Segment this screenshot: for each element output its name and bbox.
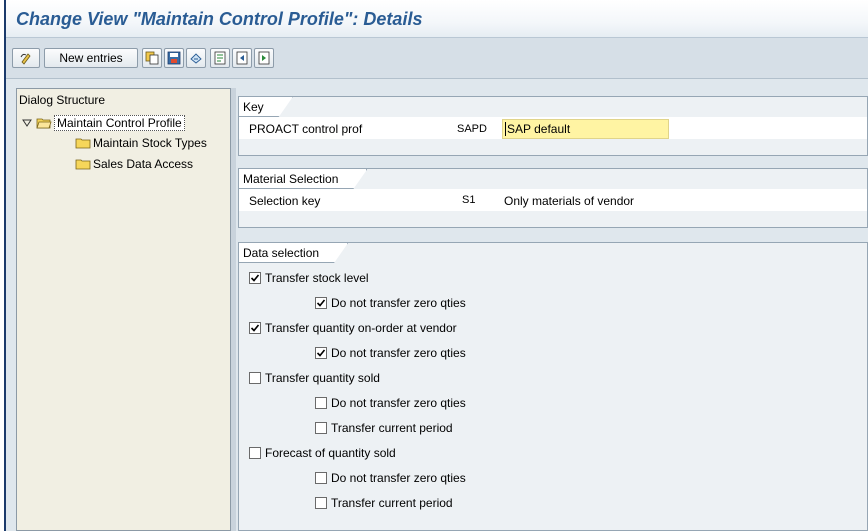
- first-entry-icon: [214, 51, 226, 65]
- dialog-structure-header: Dialog Structure: [19, 93, 106, 107]
- checkbox-label: Transfer stock level: [265, 271, 369, 285]
- on-order-do-not-transfer-zero-checkbox[interactable]: Do not transfer zero qties: [315, 346, 466, 360]
- tree-item-label: Maintain Stock Types: [93, 136, 207, 150]
- checkbox-label: Do not transfer zero qties: [331, 346, 466, 360]
- transfer-quantity-on-order-checkbox[interactable]: Transfer quantity on-order at vendor: [249, 321, 457, 335]
- open-folder-icon: [36, 118, 52, 129]
- sold-do-not-transfer-zero-checkbox[interactable]: Do not transfer zero qties: [315, 396, 466, 410]
- transfer-quantity-sold-checkbox[interactable]: Transfer quantity sold: [249, 371, 380, 385]
- checkbox-label: Do not transfer zero qties: [331, 471, 466, 485]
- checkbox-label: Transfer current period: [331, 421, 453, 435]
- previous-entry-button[interactable]: [232, 48, 252, 68]
- selection-key-label: Selection key: [249, 194, 321, 208]
- application-toolbar: New entries: [6, 38, 868, 79]
- checkbox-label: Forecast of quantity sold: [265, 446, 396, 460]
- checkbox-box[interactable]: [315, 297, 327, 309]
- checkbox-box[interactable]: [315, 472, 327, 484]
- first-entry-button[interactable]: [210, 48, 230, 68]
- checkbox-label: Do not transfer zero qties: [331, 296, 466, 310]
- data-selection-group-title: Data selection: [239, 243, 348, 263]
- material-selection-group: Material Selection Selection key S1 Only…: [238, 168, 868, 228]
- data-selection-group: Data selection Transfer stock level Do n…: [238, 242, 868, 531]
- checkmark-icon: [316, 349, 326, 357]
- sold-transfer-current-period-checkbox[interactable]: Transfer current period: [315, 421, 453, 435]
- undo-button[interactable]: [186, 48, 206, 68]
- undo-icon: [190, 53, 202, 64]
- proact-control-prof-description: SAP default: [507, 122, 571, 136]
- forecast-quantity-sold-checkbox[interactable]: Forecast of quantity sold: [249, 446, 396, 460]
- dialog-structure-panel: Dialog Structure Maintain Control Profil…: [16, 88, 231, 531]
- expand-caret-icon[interactable]: [21, 117, 33, 129]
- next-entry-icon: [258, 51, 270, 65]
- save-icon: [167, 51, 181, 65]
- text-cursor: [505, 122, 506, 136]
- forecast-do-not-transfer-zero-checkbox[interactable]: Do not transfer zero qties: [315, 471, 466, 485]
- panel-splitter[interactable]: [231, 88, 236, 531]
- checkbox-box[interactable]: [315, 497, 327, 509]
- folder-icon: [75, 159, 91, 170]
- tree-item-maintain-control-profile[interactable]: Maintain Control Profile: [21, 115, 185, 131]
- checkbox-box[interactable]: [315, 422, 327, 434]
- checkmark-icon: [250, 274, 260, 282]
- checkmark-icon: [316, 299, 326, 307]
- checkbox-box[interactable]: [315, 397, 327, 409]
- folder-icon: [75, 138, 91, 149]
- checkmark-icon: [250, 324, 260, 332]
- checkbox-label: Transfer quantity sold: [265, 371, 380, 385]
- previous-entry-icon: [236, 51, 248, 65]
- app-window: Change View "Maintain Control Profile": …: [4, 0, 868, 531]
- checkbox-box[interactable]: [249, 322, 261, 334]
- tree-item-label: Sales Data Access: [93, 157, 194, 171]
- tree-item-label: Maintain Control Profile: [54, 115, 185, 131]
- checkbox-label: Transfer current period: [331, 496, 453, 510]
- stock-do-not-transfer-zero-checkbox[interactable]: Do not transfer zero qties: [315, 296, 466, 310]
- title-bar: Change View "Maintain Control Profile": …: [6, 0, 868, 38]
- selection-key-value[interactable]: S1: [462, 194, 475, 206]
- proact-control-prof-code[interactable]: SAPD: [457, 123, 487, 135]
- proact-control-prof-description-field[interactable]: SAP default: [502, 119, 669, 139]
- checkbox-box[interactable]: [315, 347, 327, 359]
- proact-control-prof-label: PROACT control prof: [249, 122, 363, 136]
- change-display-icon: [20, 53, 31, 65]
- key-group: Key PROACT control prof SAPD SAP default: [238, 96, 868, 156]
- checkbox-label: Transfer quantity on-order at vendor: [265, 321, 457, 335]
- new-entries-button[interactable]: New entries: [44, 48, 138, 68]
- forecast-transfer-current-period-checkbox[interactable]: Transfer current period: [315, 496, 453, 510]
- tree-item-sales-data-access[interactable]: Sales Data Access: [75, 157, 193, 171]
- selection-key-description: Only materials of vendor: [504, 194, 635, 208]
- transfer-stock-level-checkbox[interactable]: Transfer stock level: [249, 271, 369, 285]
- next-entry-button[interactable]: [254, 48, 274, 68]
- key-group-title: Key: [239, 97, 293, 117]
- checkbox-box[interactable]: [249, 272, 261, 284]
- change-display-button[interactable]: [12, 48, 40, 68]
- copy-button[interactable]: [142, 48, 162, 68]
- detail-area: Key PROACT control prof SAPD SAP default…: [238, 88, 868, 531]
- material-selection-group-title: Material Selection: [239, 169, 367, 189]
- copy-icon: [145, 51, 159, 65]
- save-button[interactable]: [164, 48, 184, 68]
- checkbox-label: Do not transfer zero qties: [331, 396, 466, 410]
- checkbox-box[interactable]: [249, 372, 261, 384]
- tree-item-maintain-stock-types[interactable]: Maintain Stock Types: [75, 136, 207, 150]
- page-title: Change View "Maintain Control Profile": …: [16, 9, 423, 29]
- checkbox-box[interactable]: [249, 447, 261, 459]
